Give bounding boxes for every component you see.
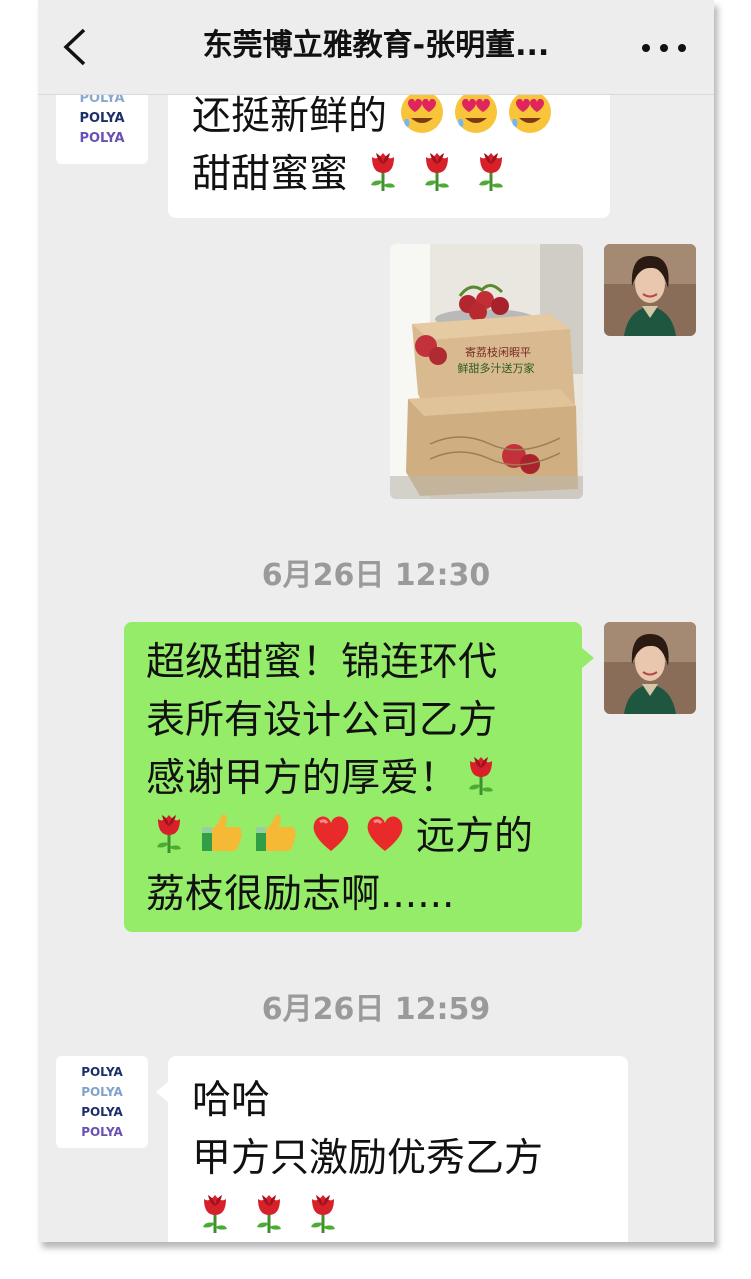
- heart-emoji-icon: [366, 814, 404, 853]
- rose-emoji-icon: [201, 1193, 229, 1235]
- svg-text:POLYA: POLYA: [81, 1125, 123, 1139]
- thumbs-up-emoji-icon: [256, 814, 296, 851]
- timestamp: 6月26日 12:59: [261, 992, 491, 1027]
- rose-emoji-icon: [255, 1193, 283, 1235]
- svg-text:POLYA: POLYA: [79, 131, 124, 146]
- rose-emoji-icon: [155, 813, 183, 855]
- message-text: 超级甜蜜！锦连环代: [146, 640, 498, 685]
- timestamp: 6月26日 12:30: [261, 558, 491, 593]
- heart-eyes-emoji-icon: [455, 94, 498, 133]
- thumbs-up-emoji-icon: [202, 814, 242, 851]
- chat-title: 东莞博立雅教育-张明董...: [202, 28, 550, 63]
- svg-text:POLYA: POLYA: [79, 111, 124, 126]
- svg-text:POLYA: POLYA: [81, 1065, 123, 1079]
- svg-text:POLYA: POLYA: [79, 94, 124, 106]
- bubble-tail: [156, 1082, 168, 1102]
- message-bubble[interactable]: 哈哈 甲方只激励优秀乙方: [168, 1056, 628, 1242]
- chat-header: 东莞博立雅教育-张明董...: [38, 0, 714, 95]
- message-text: 甲方只激励优秀乙方: [192, 1136, 544, 1181]
- avatar-self[interactable]: [604, 622, 696, 714]
- chat-window: 东莞博立雅教育-张明董... POLYA POLYA POLYA 还挺新鲜的 甜…: [38, 0, 714, 1242]
- heart-eyes-emoji-icon: [401, 94, 444, 133]
- message-bubble[interactable]: 超级甜蜜！锦连环代 表所有设计公司乙方 感谢甲方的厚爱！ 远方的 荔枝很励志啊.…: [124, 622, 582, 932]
- rose-emoji-icon: [369, 151, 397, 193]
- message-bubble[interactable]: 还挺新鲜的 甜甜蜜蜜: [168, 94, 610, 218]
- message-text: 哈哈: [192, 1078, 271, 1123]
- message-text: 荔枝很励志啊......: [146, 872, 455, 917]
- heart-emoji-icon: [312, 814, 350, 853]
- chevron-left-icon: [63, 28, 86, 66]
- more-button[interactable]: [636, 30, 692, 66]
- polya-logo: POLYA POLYA POLYA: [79, 94, 124, 146]
- svg-text:POLYA: POLYA: [81, 1105, 123, 1119]
- box-label-text: 寄荔枝闲暇平: [465, 345, 531, 359]
- avatar-self[interactable]: [604, 244, 696, 336]
- woman-portrait-photo: [604, 244, 696, 336]
- box-label-text: 鲜甜多汁送万家: [458, 361, 535, 375]
- avatar-polya[interactable]: POLYA POLYA POLYA: [56, 94, 148, 164]
- message-text: 远方的: [146, 808, 533, 866]
- woman-portrait-photo: [604, 622, 696, 714]
- message-text: 甜甜蜜蜜: [192, 146, 561, 204]
- heart-eyes-emoji-icon: [509, 94, 552, 133]
- rose-emoji-icon: [477, 151, 505, 193]
- back-button[interactable]: [56, 24, 96, 70]
- rose-emoji-icon: [423, 151, 451, 193]
- message-text: [192, 1188, 543, 1242]
- rose-emoji-icon: [309, 1193, 337, 1235]
- polya-logo: POLYA POLYA POLYA POLYA: [81, 1065, 123, 1139]
- message-text: 表所有设计公司乙方: [146, 698, 498, 743]
- rose-emoji-icon: [467, 755, 495, 797]
- svg-text:POLYA: POLYA: [81, 1085, 123, 1099]
- image-message[interactable]: 寄荔枝闲暇平 鲜甜多汁送万家: [390, 244, 583, 499]
- bubble-tail: [582, 648, 594, 668]
- lychee-boxes-photo: 寄荔枝闲暇平 鲜甜多汁送万家: [390, 244, 583, 499]
- message-list[interactable]: POLYA POLYA POLYA 还挺新鲜的 甜甜蜜蜜 寄荔枝闲暇平 鲜甜多汁…: [38, 94, 714, 1242]
- avatar-polya[interactable]: POLYA POLYA POLYA POLYA: [56, 1056, 148, 1148]
- message-text: 还挺新鲜的: [192, 94, 561, 146]
- ellipsis-icon: [642, 44, 686, 52]
- message-text: 感谢甲方的厚爱！: [146, 750, 533, 808]
